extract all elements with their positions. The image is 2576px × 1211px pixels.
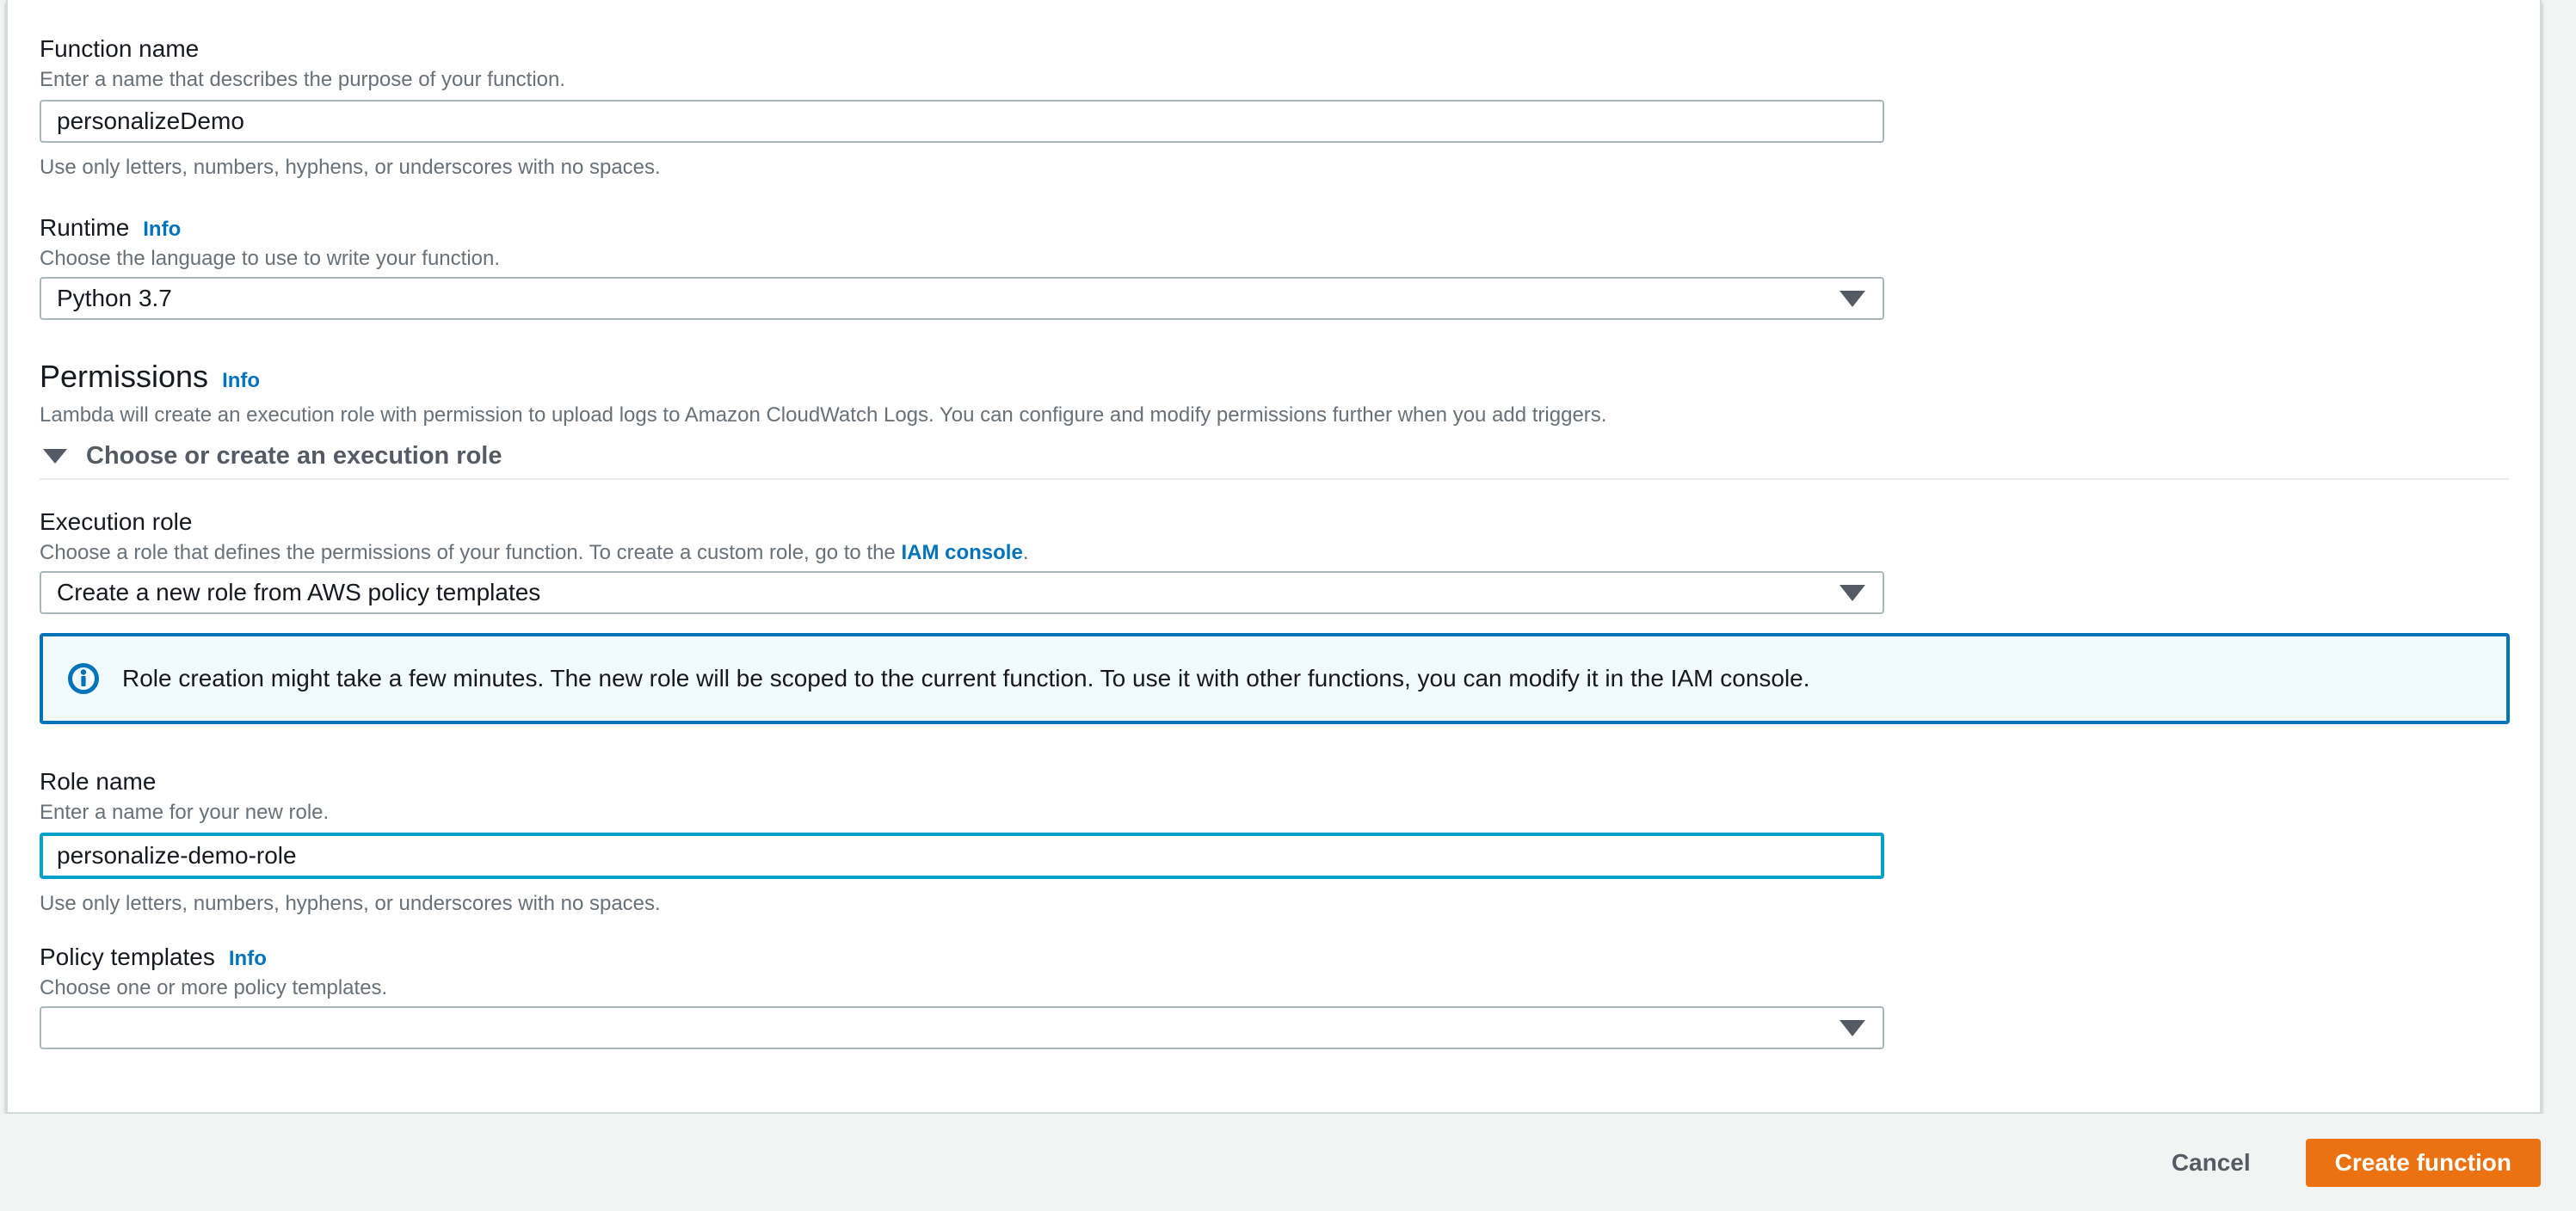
function-name-hint: Use only letters, numbers, hyphens, or u… bbox=[40, 156, 661, 179]
role-name-hint: Use only letters, numbers, hyphens, or u… bbox=[40, 892, 661, 915]
permissions-description: Lambda will create an execution role wit… bbox=[40, 403, 1607, 427]
form-content: Function name Enter a name that describe… bbox=[8, 0, 2540, 1049]
chevron-down-icon bbox=[1840, 585, 1865, 601]
runtime-description: Choose the language to use to write your… bbox=[40, 247, 501, 270]
function-name-description: Enter a name that describes the purpose … bbox=[40, 68, 566, 91]
role-name-field: Role name Enter a name for your new role… bbox=[40, 767, 2509, 917]
runtime-label: Runtime bbox=[40, 214, 130, 241]
info-icon bbox=[67, 662, 100, 695]
permissions-info-link[interactable]: Info bbox=[222, 369, 260, 392]
policy-templates-description: Choose one or more policy templates. bbox=[40, 976, 388, 999]
role-name-input[interactable] bbox=[40, 833, 1884, 879]
role-name-description: Enter a name for your new role. bbox=[40, 801, 330, 824]
execution-role-description-period: . bbox=[1022, 541, 1029, 564]
policy-templates-field: Policy templates Info Choose one or more … bbox=[40, 943, 2509, 1049]
execution-role-expander[interactable]: Choose or create an execution role bbox=[40, 440, 2509, 471]
role-creation-alert-text: Role creation might take a few minutes. … bbox=[122, 665, 1810, 692]
policy-templates-select[interactable] bbox=[40, 1006, 1884, 1049]
runtime-select[interactable]: Python 3.7 bbox=[40, 277, 1884, 320]
execution-role-description-text: Choose a role that defines the permissio… bbox=[40, 541, 902, 564]
permissions-heading: Permissions bbox=[40, 359, 209, 394]
runtime-label-row: Runtime Info bbox=[40, 213, 2509, 243]
expander-divider bbox=[40, 478, 2509, 480]
function-name-field: Function name Enter a name that describe… bbox=[40, 34, 2509, 181]
execution-role-description: Choose a role that defines the permissio… bbox=[40, 540, 2509, 566]
execution-role-label: Execution role bbox=[40, 508, 193, 535]
function-name-input[interactable] bbox=[40, 100, 1884, 143]
triangle-down-icon bbox=[43, 448, 67, 464]
role-creation-info-alert: Role creation might take a few minutes. … bbox=[40, 633, 2510, 724]
permissions-section-header: Permissions Info bbox=[40, 358, 2509, 396]
iam-console-link[interactable]: IAM console bbox=[901, 541, 1022, 564]
execution-role-expander-label: Choose or create an execution role bbox=[86, 442, 502, 470]
runtime-field: Runtime Info Choose the language to use t… bbox=[40, 213, 2509, 320]
function-name-label: Function name bbox=[40, 35, 200, 62]
execution-role-select-value: Create a new role from AWS policy templa… bbox=[57, 579, 541, 606]
chevron-down-icon bbox=[1840, 291, 1865, 307]
runtime-info-link[interactable]: Info bbox=[143, 218, 181, 241]
cancel-button[interactable]: Cancel bbox=[2165, 1139, 2258, 1187]
execution-role-select[interactable]: Create a new role from AWS policy templa… bbox=[40, 571, 1884, 614]
chevron-down-icon bbox=[1840, 1020, 1865, 1036]
create-function-button[interactable]: Create function bbox=[2305, 1138, 2541, 1187]
create-function-form-panel: Function name Enter a name that describe… bbox=[6, 0, 2542, 1114]
policy-templates-info-link[interactable]: Info bbox=[229, 947, 267, 970]
policy-templates-label: Policy templates bbox=[40, 944, 215, 970]
execution-role-field: Execution role Choose a role that define… bbox=[40, 507, 2509, 614]
role-name-label: Role name bbox=[40, 768, 157, 795]
form-footer: Cancel Create function bbox=[0, 1114, 2576, 1211]
runtime-select-value: Python 3.7 bbox=[57, 285, 172, 311]
policy-templates-label-row: Policy templates Info bbox=[40, 943, 2509, 972]
